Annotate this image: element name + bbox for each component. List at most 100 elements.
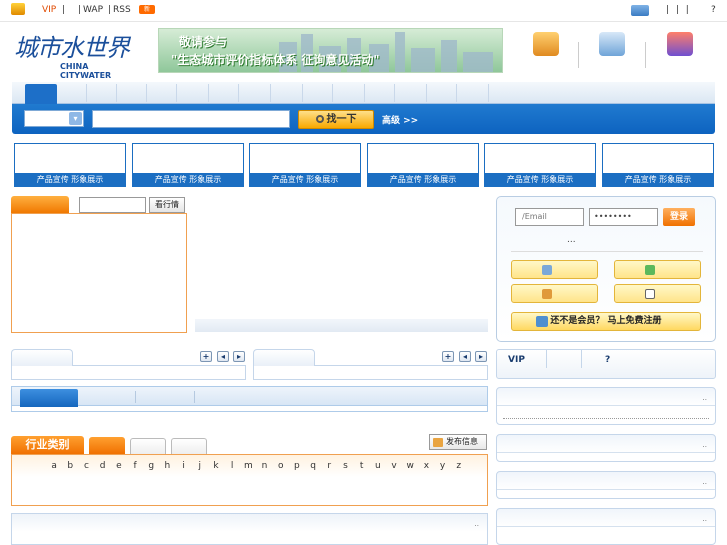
letter-link[interactable]: i bbox=[176, 461, 192, 471]
publish-shortcut-button[interactable] bbox=[511, 260, 598, 279]
user-card-icon[interactable] bbox=[631, 5, 649, 16]
edit-icon[interactable] bbox=[599, 32, 625, 56]
more-link[interactable]: .. bbox=[703, 441, 707, 449]
vip-link[interactable]: VIP bbox=[42, 5, 56, 15]
promo-box[interactable]: 产品宣传 形象展示 bbox=[484, 143, 596, 187]
letter-link[interactable]: e bbox=[111, 461, 127, 471]
nav-tab[interactable] bbox=[302, 84, 303, 102]
help-tab[interactable]: ? bbox=[605, 355, 610, 365]
letter-link[interactable]: p bbox=[289, 461, 305, 471]
promo-caption: 产品宣传 形象展示 bbox=[368, 173, 478, 186]
letter-link[interactable]: q bbox=[305, 461, 321, 471]
letter-link[interactable]: w bbox=[402, 461, 418, 471]
tool-icon bbox=[542, 289, 552, 299]
house-icon[interactable] bbox=[533, 32, 559, 56]
letter-link[interactable]: b bbox=[62, 461, 78, 471]
promo-box[interactable]: 产品宣传 形象展示 bbox=[367, 143, 479, 187]
promo-box[interactable]: 产品宣传 形象展示 bbox=[602, 143, 714, 187]
category-select[interactable]: ▾ bbox=[24, 110, 84, 127]
letter-link[interactable]: k bbox=[208, 461, 224, 471]
promo-caption: 产品宣传 形象展示 bbox=[603, 173, 713, 186]
top-bar: VIP | | WAP | RSS 新 | | | ? bbox=[0, 0, 727, 22]
nav-tab[interactable] bbox=[426, 84, 427, 102]
nav-tab[interactable] bbox=[176, 84, 177, 102]
email-field[interactable]: /Email bbox=[515, 208, 584, 226]
industry-tab[interactable] bbox=[130, 438, 166, 454]
package-icon[interactable] bbox=[667, 32, 693, 56]
category-tab-active[interactable] bbox=[20, 389, 78, 407]
more-link[interactable]: .. bbox=[475, 520, 479, 528]
prev-button[interactable]: ◂ bbox=[459, 351, 471, 362]
letter-link[interactable]: u bbox=[370, 461, 386, 471]
nav-tab[interactable] bbox=[332, 84, 333, 102]
nav-tab[interactable] bbox=[208, 84, 209, 102]
letter-link[interactable]: d bbox=[95, 461, 111, 471]
nav-tab[interactable] bbox=[116, 84, 117, 102]
letter-link[interactable]: m bbox=[240, 461, 256, 471]
next-button[interactable]: ▸ bbox=[233, 351, 245, 362]
letter-link[interactable]: x bbox=[418, 461, 434, 471]
site-logo[interactable]: 城市水世界 CHINA CITYWATER bbox=[12, 28, 142, 80]
nav-tab[interactable] bbox=[488, 84, 489, 102]
event-banner[interactable]: 敬请参与 "生态城市评价指标体系 征询意见活动" bbox=[158, 28, 503, 73]
industry-title[interactable]: 行业类别 bbox=[11, 436, 84, 454]
letter-link[interactable]: h bbox=[159, 461, 175, 471]
advanced-search-link[interactable]: 高级 >> bbox=[382, 113, 418, 126]
letter-link[interactable]: r bbox=[321, 461, 337, 471]
nav-tab-active[interactable] bbox=[25, 84, 57, 104]
promo-box[interactable]: 产品宣传 形象展示 bbox=[132, 143, 244, 187]
more-link[interactable]: .. bbox=[703, 394, 707, 402]
letter-link[interactable]: v bbox=[386, 461, 402, 471]
industry-tab[interactable] bbox=[89, 437, 125, 454]
login-links[interactable]: ... bbox=[567, 235, 576, 245]
nav-tab[interactable] bbox=[86, 84, 87, 102]
quote-input[interactable] bbox=[79, 197, 146, 213]
letter-link[interactable]: y bbox=[435, 461, 451, 471]
letter-link[interactable]: n bbox=[256, 461, 272, 471]
letter-link[interactable]: f bbox=[127, 461, 143, 471]
industry-tab[interactable] bbox=[171, 438, 207, 454]
letter-link[interactable]: o bbox=[273, 461, 289, 471]
help-link[interactable]: ? bbox=[711, 5, 716, 15]
dropdown-icon[interactable]: ▾ bbox=[69, 112, 82, 125]
search-input[interactable] bbox=[92, 110, 290, 128]
promo-caption: 产品宣传 形象展示 bbox=[250, 173, 360, 186]
letter-link[interactable]: t bbox=[354, 461, 370, 471]
news-tab-active[interactable] bbox=[11, 196, 69, 213]
promo-box[interactable]: 产品宣传 形象展示 bbox=[249, 143, 361, 187]
vip-tab[interactable]: VIP bbox=[508, 355, 525, 365]
letter-link[interactable]: j bbox=[192, 461, 208, 471]
nav-tab[interactable] bbox=[238, 84, 239, 102]
next-button[interactable]: ▸ bbox=[475, 351, 487, 362]
quote-button[interactable]: 看行情 bbox=[149, 197, 185, 213]
nav-tab[interactable] bbox=[394, 84, 395, 102]
letter-link[interactable]: a bbox=[46, 461, 62, 471]
enter-shortcut-button[interactable] bbox=[614, 260, 701, 279]
letter-link[interactable]: g bbox=[143, 461, 159, 471]
nav-tab[interactable] bbox=[456, 84, 457, 102]
mail-shortcut-button[interactable] bbox=[614, 284, 701, 303]
letter-link[interactable]: z bbox=[451, 461, 467, 471]
wap-link[interactable]: WAP bbox=[83, 5, 103, 15]
letter-link[interactable]: l bbox=[224, 461, 240, 471]
promo-box[interactable]: 产品宣传 形象展示 bbox=[14, 143, 126, 187]
rss-link[interactable]: RSS bbox=[113, 5, 131, 15]
letter-link[interactable]: c bbox=[78, 461, 94, 471]
prev-button[interactable]: ◂ bbox=[217, 351, 229, 362]
more-link[interactable]: .. bbox=[703, 515, 707, 523]
publish-button[interactable]: 发布信息 bbox=[429, 434, 487, 450]
register-button[interactable]: 还不是会员？ 马上免费注册 bbox=[511, 312, 701, 331]
mid-tab[interactable] bbox=[11, 349, 73, 366]
nav-tab[interactable] bbox=[364, 84, 365, 102]
nav-tab[interactable] bbox=[270, 84, 271, 102]
mid-tab[interactable] bbox=[253, 349, 315, 366]
plus-button[interactable]: + bbox=[442, 351, 454, 362]
letter-link[interactable]: s bbox=[337, 461, 353, 471]
login-button[interactable]: 登录 bbox=[663, 208, 695, 226]
more-link[interactable]: .. bbox=[703, 478, 707, 486]
password-field[interactable]: •••••••• bbox=[589, 208, 658, 226]
tools-shortcut-button[interactable] bbox=[511, 284, 598, 303]
search-button[interactable]: 找一下 bbox=[298, 110, 374, 129]
nav-tab[interactable] bbox=[146, 84, 147, 102]
plus-button[interactable]: + bbox=[200, 351, 212, 362]
